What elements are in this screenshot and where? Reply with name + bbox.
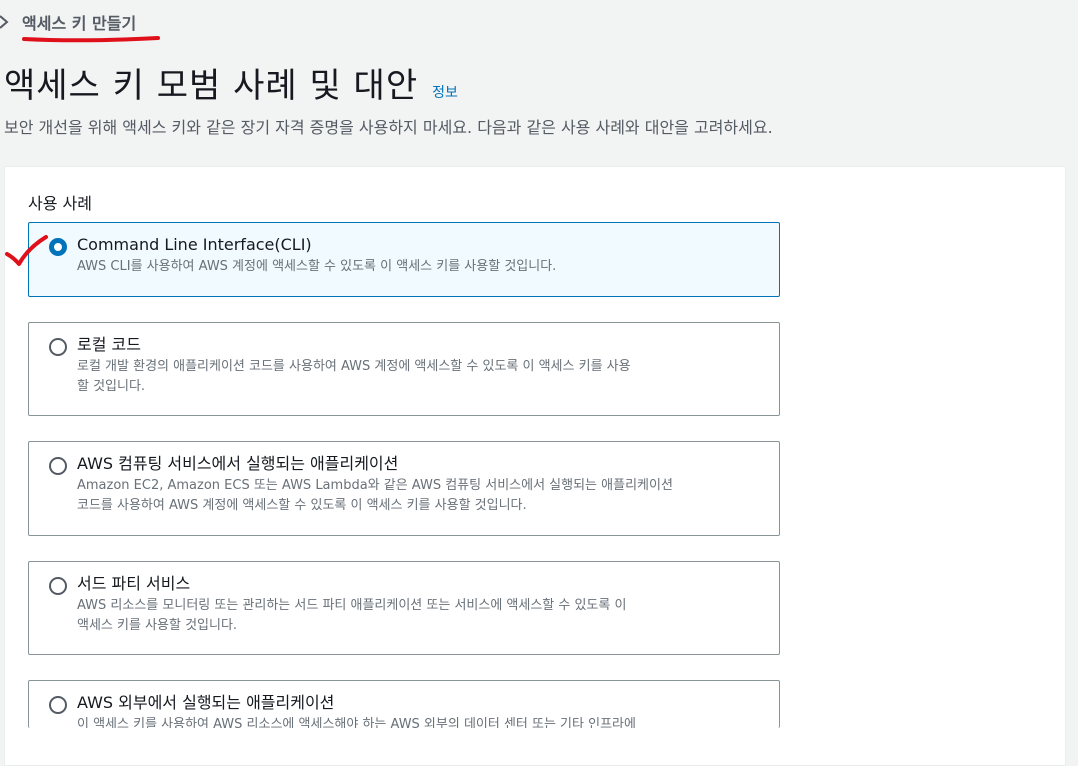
radio-button[interactable] [49, 338, 67, 356]
option-description-line: AWS CLI를 사용하여 AWS 계정에 액세스할 수 있도록 이 액세스 키… [77, 259, 557, 274]
option-description: Amazon EC2, Amazon ECS 또는 AWS Lambda와 같은… [77, 476, 761, 516]
use-case-option-local-code[interactable]: 로컬 코드 로컬 개발 환경의 애플리케이션 코드를 사용하여 AWS 계정에 … [28, 322, 780, 416]
use-case-option-outside-aws[interactable]: AWS 외부에서 실행되는 애플리케이션 이 액세스 키를 사용하여 AWS 리… [28, 680, 780, 728]
option-description: AWS CLI를 사용하여 AWS 계정에 액세스할 수 있도록 이 액세스 키… [77, 257, 761, 277]
radio-button[interactable] [49, 238, 67, 256]
page-title-text: 액세스 키 모범 사례 및 대안 [4, 66, 419, 106]
radio-button[interactable] [49, 457, 67, 475]
breadcrumb-current: 액세스 키 만들기 [22, 14, 137, 33]
option-title: 로컬 코드 [77, 335, 141, 354]
option-description: AWS 리소스를 모니터링 또는 관리하는 서드 파티 애플리케이션 또는 서비… [77, 596, 761, 636]
option-description-line: 할 것입니다. [77, 379, 146, 394]
annotation-check-icon [5, 235, 48, 266]
radio-button[interactable] [49, 696, 67, 714]
option-description-line: 이 액세스 키를 사용하여 AWS 리소스에 액세스해야 하는 AWS 외부의 … [77, 717, 636, 728]
option-title: AWS 외부에서 실행되는 애플리케이션 [77, 693, 335, 712]
option-description-line: 액세스 키를 사용할 것입니다. [77, 618, 238, 633]
chevron-right-icon[interactable] [0, 12, 12, 32]
radio-button[interactable] [49, 577, 67, 595]
option-title: AWS 컴퓨팅 서비스에서 실행되는 애플리케이션 [77, 454, 399, 473]
annotation-underline [22, 36, 160, 43]
option-title: 서드 파티 서비스 [77, 574, 191, 593]
option-description: 이 액세스 키를 사용하여 AWS 리소스에 액세스해야 하는 AWS 외부의 … [77, 715, 761, 728]
page-title: 액세스 키 모범 사례 및 대안 정보 [4, 58, 458, 107]
option-description-line: Amazon EC2, Amazon ECS 또는 AWS Lambda와 같은… [77, 478, 673, 493]
use-case-option-third-party[interactable]: 서드 파티 서비스 AWS 리소스를 모니터링 또는 관리하는 서드 파티 애플… [28, 561, 780, 655]
use-case-option-aws-compute[interactable]: AWS 컴퓨팅 서비스에서 실행되는 애플리케이션 Amazon EC2, Am… [28, 441, 780, 536]
option-description-line: AWS 리소스를 모니터링 또는 관리하는 서드 파티 애플리케이션 또는 서비… [77, 598, 627, 613]
breadcrumb: 액세스 키 만들기 [0, 8, 136, 36]
use-case-group-label: 사용 사례 [28, 194, 92, 213]
option-description-line: 코드를 사용하여 AWS 계정에 액세스할 수 있도록 이 액세스 키를 사용할… [77, 498, 527, 513]
option-title: Command Line Interface(CLI) [77, 235, 312, 254]
option-description: 로컬 개발 환경의 애플리케이션 코드를 사용하여 AWS 계정에 액세스할 수… [77, 357, 761, 397]
page-description: 보안 개선을 위해 액세스 키와 같은 장기 자격 증명을 사용하지 마세요. … [4, 118, 773, 137]
use-case-option-cli[interactable]: Command Line Interface(CLI) AWS CLI를 사용하… [28, 222, 780, 297]
option-description-line: 로컬 개발 환경의 애플리케이션 코드를 사용하여 AWS 계정에 액세스할 수… [77, 359, 631, 374]
info-link[interactable]: 정보 [432, 82, 458, 102]
